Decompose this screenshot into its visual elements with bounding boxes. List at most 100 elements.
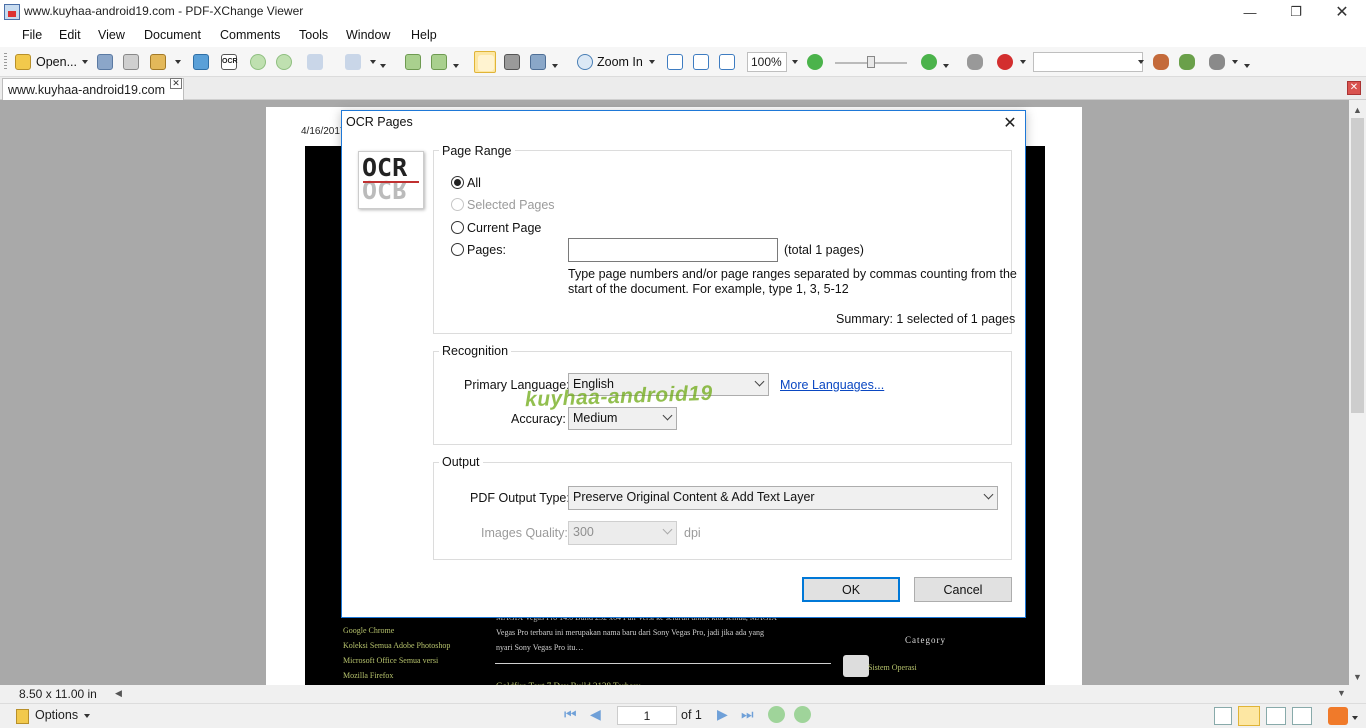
spellcheck-dropdown-icon[interactable] xyxy=(1020,60,1026,64)
actual-size-icon[interactable] xyxy=(664,51,686,73)
pages-label[interactable]: Pages: xyxy=(467,243,506,257)
menu-document[interactable]: Document xyxy=(144,28,201,42)
save-icon[interactable] xyxy=(94,51,116,73)
zoom-slider-thumb[interactable] xyxy=(867,56,875,68)
continuous-view-icon[interactable] xyxy=(1238,706,1260,726)
first-page-icon[interactable]: ⏮ xyxy=(564,706,582,724)
images-quality-select[interactable]: 300 xyxy=(568,521,677,545)
accuracy-select[interactable]: Medium xyxy=(568,407,677,430)
history-forward-icon[interactable] xyxy=(794,706,811,723)
highlight-dropdown-icon[interactable] xyxy=(1352,716,1358,720)
menu-help[interactable]: Help xyxy=(411,28,437,42)
email-dropdown-icon[interactable] xyxy=(175,60,181,64)
scroll-down-small-icon[interactable]: ▼ xyxy=(1337,688,1346,698)
scan-icon[interactable] xyxy=(190,51,212,73)
close-window-button[interactable]: ✕ xyxy=(1319,0,1365,24)
options-button[interactable]: Options xyxy=(35,708,78,722)
pdf-output-type-select[interactable]: Preserve Original Content & Add Text Lay… xyxy=(568,486,998,510)
continuous-facing-icon[interactable] xyxy=(1292,707,1312,725)
more-languages-link[interactable]: More Languages... xyxy=(780,378,884,392)
menu-window[interactable]: Window xyxy=(346,28,390,42)
ok-button[interactable]: OK xyxy=(802,577,900,602)
print-icon[interactable] xyxy=(120,51,142,73)
toolbar-grip[interactable] xyxy=(4,53,7,71)
document-tab[interactable]: www.kuyhaa-android19.com xyxy=(2,78,184,100)
scroll-down-icon[interactable]: ▼ xyxy=(1353,672,1362,682)
menu-file[interactable]: File xyxy=(22,28,42,42)
zoom-in-plus-icon[interactable] xyxy=(918,51,940,73)
snapshot-icon[interactable] xyxy=(501,51,523,73)
back-icon[interactable] xyxy=(247,51,269,73)
single-page-view-icon[interactable] xyxy=(1214,707,1232,725)
current-page-label[interactable]: Current Page xyxy=(467,221,541,235)
selected-pages-label[interactable]: Selected Pages xyxy=(467,198,555,212)
rotate-icon[interactable] xyxy=(402,51,424,73)
previous-page-icon[interactable]: ◀ xyxy=(590,706,608,724)
tab-close-icon[interactable]: ✕ xyxy=(170,78,182,89)
forward-icon[interactable] xyxy=(273,51,295,73)
highlight-icon[interactable] xyxy=(1328,707,1348,725)
pages-input[interactable] xyxy=(568,238,778,262)
all-label[interactable]: All xyxy=(467,176,481,190)
select-text-icon[interactable] xyxy=(527,51,549,73)
page-divider xyxy=(495,663,831,664)
settings-icon[interactable] xyxy=(1206,51,1228,73)
menu-view[interactable]: View xyxy=(98,28,125,42)
zoom-level-input[interactable]: 100% xyxy=(747,52,787,72)
open-button[interactable]: Open... xyxy=(36,55,77,69)
overflow-dropdown-icon[interactable] xyxy=(380,64,386,68)
hand-tool-icon[interactable] xyxy=(474,51,496,73)
vertical-scrollbar-thumb[interactable] xyxy=(1351,118,1364,413)
selected-pages-radio[interactable] xyxy=(451,198,464,211)
redo-icon[interactable] xyxy=(342,51,364,73)
close-document-icon[interactable]: ✕ xyxy=(1347,81,1361,95)
select-dropdown-icon[interactable] xyxy=(552,64,558,68)
scroll-left-icon[interactable]: ◀ xyxy=(115,688,122,699)
open-dropdown-icon[interactable] xyxy=(82,60,88,64)
zoom-out-icon[interactable] xyxy=(804,51,826,73)
zoom-level-dropdown-icon[interactable] xyxy=(792,60,798,64)
find-previous-icon[interactable] xyxy=(1150,51,1172,73)
ocr-icon[interactable]: OCR xyxy=(218,51,240,73)
next-page-icon[interactable]: ▶ xyxy=(717,706,735,724)
spellcheck-icon[interactable] xyxy=(994,51,1016,73)
toolbar-overflow-icon[interactable] xyxy=(1244,64,1250,68)
menu-edit[interactable]: Edit xyxy=(59,28,81,42)
zoom-in-icon[interactable] xyxy=(574,51,596,73)
menu-tools[interactable]: Tools xyxy=(299,28,328,42)
page-link: Microsoft Office Semua versi xyxy=(343,656,439,665)
options-icon[interactable] xyxy=(16,709,29,724)
search-dropdown-icon[interactable] xyxy=(1138,60,1144,64)
redo-dropdown-icon[interactable] xyxy=(370,60,376,64)
zoom-in-button[interactable]: Zoom In xyxy=(597,55,643,69)
last-page-icon[interactable]: ⏭ xyxy=(741,706,759,724)
zoom-in-dropdown-icon[interactable] xyxy=(649,60,655,64)
zoom-plus-dropdown-icon[interactable] xyxy=(943,64,949,68)
document-tab-label: www.kuyhaa-android19.com xyxy=(8,83,166,97)
rotate-right-icon[interactable] xyxy=(428,51,450,73)
all-radio[interactable] xyxy=(451,176,464,189)
search-input[interactable] xyxy=(1033,52,1143,72)
current-page-radio[interactable] xyxy=(451,221,464,234)
minimize-button[interactable]: — xyxy=(1227,0,1273,24)
undo-icon[interactable] xyxy=(304,51,326,73)
page-number-input[interactable]: 1 xyxy=(617,706,677,725)
email-icon[interactable] xyxy=(147,51,169,73)
pages-radio[interactable] xyxy=(451,243,464,256)
options-dropdown-icon[interactable] xyxy=(84,714,90,718)
find-icon[interactable] xyxy=(964,51,986,73)
menu-comments[interactable]: Comments xyxy=(220,28,280,42)
ocr-icon-label: OCR xyxy=(221,54,238,70)
history-back-icon[interactable] xyxy=(768,706,785,723)
restore-button[interactable]: ❐ xyxy=(1273,0,1319,24)
settings-dropdown-icon[interactable] xyxy=(1232,60,1238,64)
cancel-button[interactable]: Cancel xyxy=(914,577,1012,602)
find-next-icon[interactable] xyxy=(1176,51,1198,73)
fit-page-icon[interactable] xyxy=(690,51,712,73)
scroll-up-icon[interactable]: ▲ xyxy=(1353,105,1362,115)
open-icon[interactable] xyxy=(12,51,34,73)
fit-width-icon[interactable] xyxy=(716,51,738,73)
dialog-close-icon[interactable]: ✕ xyxy=(1000,113,1020,133)
rotate-dropdown-icon[interactable] xyxy=(453,64,459,68)
facing-view-icon[interactable] xyxy=(1266,707,1286,725)
